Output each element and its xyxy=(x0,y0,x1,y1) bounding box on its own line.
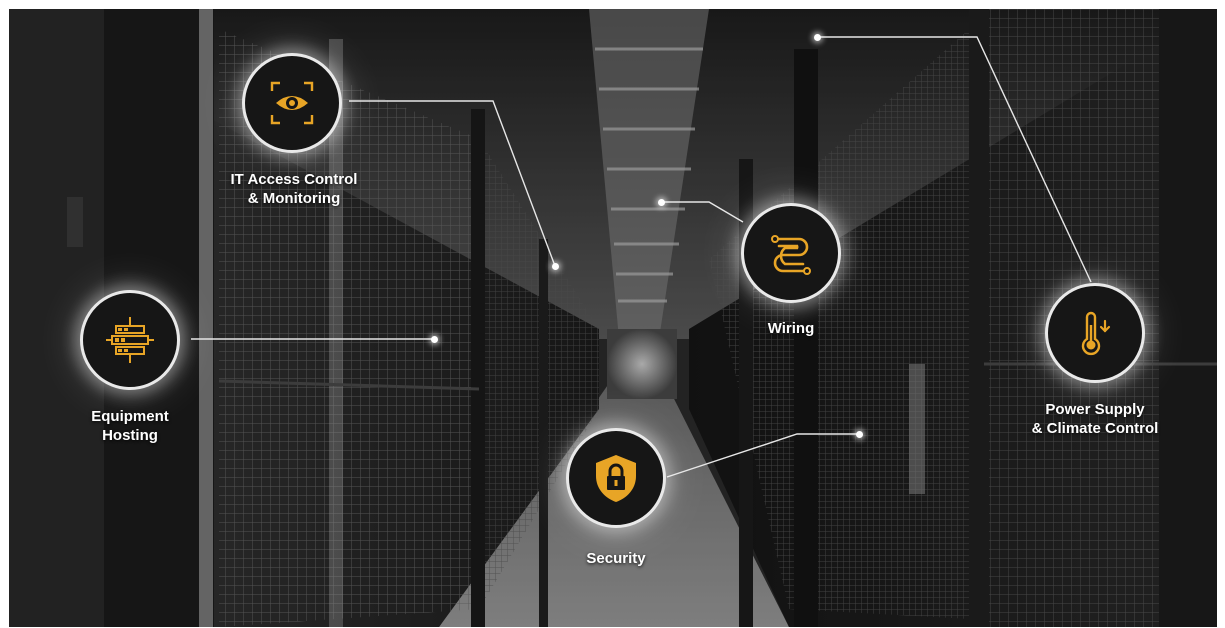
security-connector xyxy=(666,433,859,478)
equipment-label: Equipment Hosting xyxy=(91,408,169,444)
it-access-node[interactable] xyxy=(242,53,342,153)
datacenter-scene: IT Access Control & Monitoring Wiring Eq… xyxy=(9,9,1217,627)
it-access-dot xyxy=(552,263,559,270)
equipment-dot xyxy=(431,336,438,343)
thermometer-icon xyxy=(1081,311,1111,356)
wiring-connector xyxy=(661,201,744,223)
eye-icon xyxy=(270,81,314,125)
power-connector xyxy=(817,36,1092,283)
it-access-label: IT Access Control & Monitoring xyxy=(230,171,358,207)
security-node[interactable] xyxy=(566,428,666,528)
power-dot xyxy=(814,34,821,41)
power-label: Power Supply & Climate Control xyxy=(1031,401,1159,437)
equipment-node[interactable] xyxy=(80,290,180,390)
connector-lines xyxy=(191,36,1092,478)
wiring-dot xyxy=(658,199,665,206)
security-dot xyxy=(856,431,863,438)
wiring-node[interactable] xyxy=(741,203,841,303)
server-rack-icon xyxy=(106,317,154,363)
it-access-connector xyxy=(349,100,556,267)
security-label: Security xyxy=(586,550,646,567)
shield-lock-icon xyxy=(596,455,636,502)
wiring-label: Wiring xyxy=(767,320,815,337)
power-node[interactable] xyxy=(1045,283,1145,383)
wiring-icon xyxy=(771,235,811,275)
